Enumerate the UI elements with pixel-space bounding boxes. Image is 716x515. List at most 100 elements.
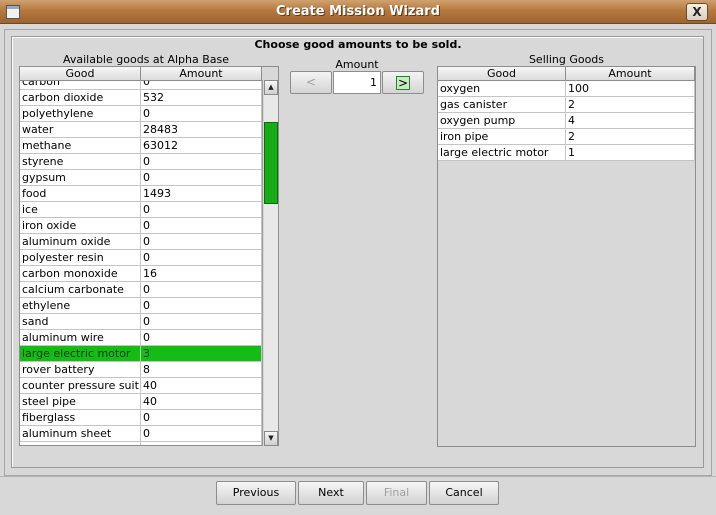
column-header-good[interactable]: Good [438, 67, 566, 81]
amount-cell: 3 [141, 346, 262, 362]
next-button[interactable]: Next [298, 481, 364, 505]
amount-cell: 2 [566, 97, 695, 113]
amount-cell: 0 [141, 234, 262, 250]
good-cell: sand [20, 314, 141, 330]
amount-cell: 0 [141, 330, 262, 346]
increase-button-label: > [396, 75, 410, 90]
good-cell: steel pipe [20, 394, 141, 410]
amount-cell: 16 [141, 266, 262, 282]
good-cell: polyester resin [20, 250, 141, 266]
good-cell: rover battery [20, 362, 141, 378]
amount-cell: 0 [141, 298, 262, 314]
selling-goods-header: Good Amount [438, 67, 695, 81]
amount-cell: 2 [566, 129, 695, 145]
table-row[interactable]: polyester resin 0 [20, 250, 262, 266]
good-cell: carbon monoxide [20, 266, 141, 282]
scroll-down-icon[interactable]: ▼ [264, 431, 278, 446]
amount-cell: 40 [141, 394, 262, 410]
good-cell: eva antenna [20, 442, 141, 445]
good-cell: methane [20, 138, 141, 154]
table-row[interactable]: oxygen 100 [438, 81, 695, 97]
amount-cell: 0 [141, 250, 262, 266]
amount-cell: 4 [566, 113, 695, 129]
table-row[interactable]: fiberglass 0 [20, 410, 262, 426]
table-row[interactable]: carbon 0 [20, 81, 262, 90]
table-row[interactable]: food 1493 [20, 186, 262, 202]
good-cell: oxygen pump [438, 113, 566, 129]
amount-cell: 28483 [141, 122, 262, 138]
amount-cell: 40 [141, 378, 262, 394]
table-row[interactable]: rover battery 8 [20, 362, 262, 378]
column-header-good[interactable]: Good [20, 67, 141, 81]
table-row[interactable]: gas canister 2 [438, 97, 695, 113]
amount-cell: 0 [141, 170, 262, 186]
table-row[interactable]: iron pipe 2 [438, 129, 695, 145]
available-goods-caption: Available goods at Alpha Base [62, 53, 230, 66]
amount-cell: 0 [141, 202, 262, 218]
good-cell: polyethylene [20, 106, 141, 122]
available-goods-scrollbar[interactable]: ▲ ▼ [262, 80, 278, 446]
table-row[interactable]: large electric motor 1 [438, 145, 695, 161]
table-row[interactable]: methane 63012 [20, 138, 262, 154]
amount-cell: 532 [141, 90, 262, 106]
table-row[interactable]: eva antenna40 [20, 442, 262, 445]
table-row[interactable]: aluminum oxide 0 [20, 234, 262, 250]
selling-goods-rows: oxygen 100 gas canister 2 oxygen pump 4 iron p… [438, 81, 695, 446]
table-row[interactable]: aluminum sheet 0 [20, 426, 262, 442]
table-row[interactable]: styrene 0 [20, 154, 262, 170]
amount-cell: 0 [141, 282, 262, 298]
window-title: Create Mission Wizard [276, 4, 440, 19]
decrease-button[interactable]: < [290, 71, 332, 94]
available-goods-header: Good Amount [20, 67, 262, 81]
previous-button[interactable]: Previous [216, 481, 296, 505]
cancel-button[interactable]: Cancel [429, 481, 499, 505]
amount-cell: 8 [141, 362, 262, 378]
amount-field[interactable]: 1 [333, 71, 381, 94]
scroll-up-icon[interactable]: ▲ [264, 80, 278, 95]
good-cell: fiberglass [20, 410, 141, 426]
amount-cell: 0 [141, 81, 262, 90]
amount-cell: 0 [141, 410, 262, 426]
amount-cell: 1 [566, 145, 695, 161]
table-row[interactable]: calcium carbonate 0 [20, 282, 262, 298]
table-row[interactable]: large electric motor 3 [20, 346, 262, 362]
amount-cell: 0 [141, 218, 262, 234]
table-row[interactable]: iron oxide 0 [20, 218, 262, 234]
good-cell: large electric motor [438, 145, 566, 161]
amount-cell: 1493 [141, 186, 262, 202]
table-row[interactable]: sand 0 [20, 314, 262, 330]
amount-cell: 40 [141, 442, 262, 445]
instruction-text: Choose good amounts to be sold. [254, 38, 462, 51]
title-bar: Create Mission Wizard X [0, 0, 716, 24]
table-row[interactable]: ice 0 [20, 202, 262, 218]
available-goods-table: Good Amount carbon 0 carbon dioxide 532 poly… [19, 66, 279, 446]
table-row[interactable]: water 28483 [20, 122, 262, 138]
available-goods-rows: carbon 0 carbon dioxide 532 polyethylene 0 wat… [20, 81, 262, 445]
good-cell: carbon dioxide [20, 90, 141, 106]
close-button[interactable]: X [686, 3, 708, 21]
table-row[interactable]: polyethylene 0 [20, 106, 262, 122]
table-row[interactable]: aluminum wire 0 [20, 330, 262, 346]
table-row[interactable]: counter pressure suit 40 [20, 378, 262, 394]
final-button[interactable]: Final [366, 481, 427, 505]
good-cell: ethylene [20, 298, 141, 314]
good-cell: counter pressure suit [20, 378, 141, 394]
column-header-amount[interactable]: Amount [566, 67, 695, 81]
table-row[interactable]: ethylene 0 [20, 298, 262, 314]
good-cell: iron pipe [438, 129, 566, 145]
amount-cell: 0 [141, 314, 262, 330]
scroll-thumb[interactable] [264, 122, 278, 204]
table-row[interactable]: carbon dioxide 532 [20, 90, 262, 106]
amount-cell: 63012 [141, 138, 262, 154]
table-row[interactable]: oxygen pump 4 [438, 113, 695, 129]
good-cell: iron oxide [20, 218, 141, 234]
amount-cell: 0 [141, 154, 262, 170]
good-cell: aluminum wire [20, 330, 141, 346]
table-row[interactable]: carbon monoxide 16 [20, 266, 262, 282]
table-row[interactable]: gypsum 0 [20, 170, 262, 186]
table-row[interactable]: steel pipe 40 [20, 394, 262, 410]
column-header-amount[interactable]: Amount [141, 67, 262, 81]
increase-button[interactable]: > [382, 71, 424, 94]
good-cell: large electric motor [20, 346, 141, 362]
divider [0, 476, 716, 477]
